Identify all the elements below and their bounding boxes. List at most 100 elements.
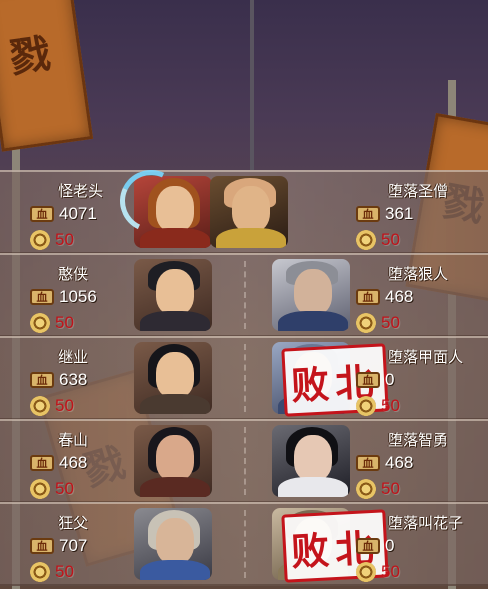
enemy-level-value: 50 [381, 230, 400, 249]
enemy-stats: 堕落叫花子 血 0 50 [356, 504, 486, 584]
ally-stats: 春山 血 468 50 [30, 421, 130, 501]
portrait-body [278, 311, 348, 331]
ally-level: 50 [30, 561, 74, 583]
enemy-stats: 堕落狠人 血 468 50 [356, 255, 486, 335]
ally-hp: 血 4071 [30, 203, 97, 225]
enemy-name: 堕落狠人 [388, 266, 449, 283]
ally-hp-value: 707 [59, 536, 88, 555]
blood-icon: 血 [30, 455, 54, 471]
enemy-name: 堕落智勇 [388, 432, 449, 449]
ally-portrait[interactable] [134, 342, 212, 414]
ally-name: 继业 [58, 349, 89, 366]
enemy-portrait[interactable] [272, 425, 350, 497]
matchup-row: 春山 血 468 50 堕落智勇 血 468 50 [0, 419, 488, 503]
ally-level-value: 50 [55, 396, 74, 415]
enemy-level: 50 [356, 229, 400, 251]
ally-level: 50 [30, 395, 74, 417]
enemy-level-value: 50 [381, 479, 400, 498]
mast [250, 0, 254, 170]
portrait-face [294, 269, 332, 315]
blood-icon: 血 [356, 372, 380, 388]
ally-hp: 血 468 [30, 452, 87, 474]
banner-glyph: 戮 [6, 30, 54, 83]
enemy-hp-value: 0 [385, 370, 395, 389]
portrait-body [140, 477, 210, 497]
enemy-level-value: 50 [381, 313, 400, 332]
enemy-level: 50 [356, 478, 400, 500]
enemy-level: 50 [356, 561, 400, 583]
ally-level: 50 [30, 312, 74, 334]
level-medal-icon [356, 313, 376, 333]
enemy-hp-value: 468 [385, 287, 414, 306]
matchup-row: 狂父 血 707 50 败北 堕落叫花子 血 0 50 [0, 502, 488, 586]
ally-stats: 狂父 血 707 50 [30, 504, 130, 584]
level-medal-icon [30, 479, 50, 499]
ally-name: 怪老头 [58, 183, 104, 200]
ally-name: 憨侠 [58, 266, 89, 283]
matchup-row: 怪老头 血 4071 50 堕落圣僧 血 361 50 [0, 170, 488, 254]
level-medal-icon [356, 230, 376, 250]
ally-hp-value: 468 [59, 453, 88, 472]
enemy-hp-value: 0 [385, 536, 395, 555]
enemy-stats: 堕落智勇 血 468 50 [356, 421, 486, 501]
ally-level-value: 50 [55, 230, 74, 249]
enemy-hp-value: 468 [385, 453, 414, 472]
portrait-face [232, 186, 270, 232]
ally-portrait[interactable] [134, 425, 212, 497]
enemy-portrait[interactable] [210, 176, 288, 248]
portrait-body [216, 228, 286, 248]
enemy-portrait[interactable] [272, 259, 350, 331]
ally-hp: 血 638 [30, 369, 87, 391]
level-medal-icon [30, 313, 50, 333]
portrait-body [278, 477, 348, 497]
blood-icon: 血 [356, 538, 380, 554]
blood-icon: 血 [356, 289, 380, 305]
ally-portrait[interactable] [134, 259, 212, 331]
ally-stats: 憨侠 血 1056 50 [30, 255, 130, 335]
enemy-hp: 血 361 [356, 203, 413, 225]
blood-icon: 血 [356, 206, 380, 222]
enemy-hp: 血 0 [356, 535, 394, 557]
ally-level-value: 50 [55, 479, 74, 498]
portrait-body [140, 394, 210, 414]
level-medal-icon [356, 479, 376, 499]
enemy-hp-value: 361 [385, 204, 414, 223]
enemy-level: 50 [356, 312, 400, 334]
blood-icon: 血 [356, 455, 380, 471]
enemy-level-value: 50 [381, 562, 400, 581]
enemy-name: 堕落甲面人 [388, 349, 464, 366]
enemy-name: 堕落叫花子 [388, 515, 464, 532]
level-medal-icon [356, 562, 376, 582]
ally-stats: 继业 血 638 50 [30, 338, 130, 418]
enemy-hp: 血 0 [356, 369, 394, 391]
ally-portrait[interactable] [134, 508, 212, 580]
enemy-level: 50 [356, 395, 400, 417]
blood-icon: 血 [30, 289, 54, 305]
ally-hp-value: 1056 [59, 287, 97, 306]
war-banner-left: 戮 [0, 0, 94, 152]
level-medal-icon [356, 396, 376, 416]
row-divider [244, 261, 246, 329]
ally-stats: 怪老头 血 4071 50 [30, 172, 130, 252]
portrait-body [140, 560, 210, 580]
blood-icon: 血 [30, 372, 54, 388]
level-medal-icon [30, 562, 50, 582]
portrait-face [156, 269, 194, 315]
ally-level-value: 50 [55, 562, 74, 581]
matchup-row: 继业 血 638 50 败北 堕落甲面人 血 0 50 [0, 336, 488, 420]
ally-name: 狂父 [58, 515, 89, 532]
ally-level: 50 [30, 478, 74, 500]
portrait-face [156, 518, 194, 564]
ally-name: 春山 [58, 432, 89, 449]
ally-hp-value: 4071 [59, 204, 97, 223]
matchup-row: 憨侠 血 1056 50 堕落狠人 血 468 50 [0, 253, 488, 337]
enemy-name: 堕落圣僧 [388, 183, 449, 200]
blood-icon: 血 [30, 538, 54, 554]
enemy-hp: 血 468 [356, 286, 413, 308]
portrait-face [156, 352, 194, 398]
ally-level-value: 50 [55, 313, 74, 332]
ally-hp-value: 638 [59, 370, 88, 389]
blood-icon: 血 [30, 206, 54, 222]
row-divider [244, 510, 246, 578]
portrait-face [156, 435, 194, 481]
